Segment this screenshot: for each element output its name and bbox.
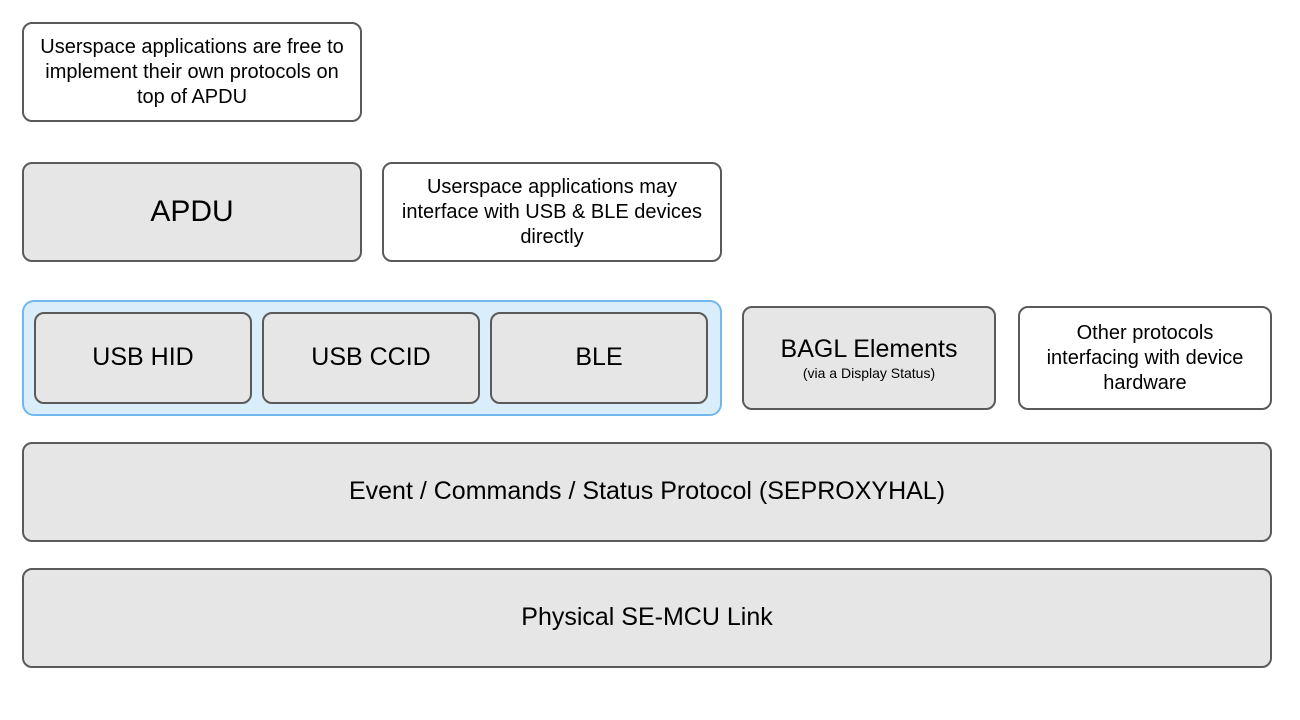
block-bagl-sublabel: (via a Display Status) — [803, 365, 935, 383]
block-apdu: APDU — [22, 162, 362, 262]
block-seproxyhal: Event / Commands / Status Protocol (SEPR… — [22, 442, 1272, 542]
block-physical-link: Physical SE-MCU Link — [22, 568, 1272, 668]
note-usb-ble-userspace: Userspace applications may interface wit… — [382, 162, 722, 262]
note-other-protocols-text: Other protocols interfacing with device … — [1030, 321, 1260, 396]
block-bagl: BAGL Elements (via a Display Status) — [742, 306, 996, 410]
block-usb-hid: USB HID — [34, 312, 252, 404]
block-ble-label: BLE — [575, 342, 622, 373]
note-apdu-userspace-text: Userspace applications are free to imple… — [34, 35, 350, 110]
note-apdu-userspace: Userspace applications are free to imple… — [22, 22, 362, 122]
block-usb-ccid-label: USB CCID — [311, 342, 430, 373]
block-bagl-label: BAGL Elements — [781, 334, 958, 365]
block-seproxyhal-label: Event / Commands / Status Protocol (SEPR… — [349, 476, 945, 507]
block-ble: BLE — [490, 312, 708, 404]
block-usb-ccid: USB CCID — [262, 312, 480, 404]
block-usb-hid-label: USB HID — [92, 342, 193, 373]
diagram-canvas: Userspace applications are free to imple… — [0, 0, 1300, 720]
note-usb-ble-userspace-text: Userspace applications may interface wit… — [394, 175, 710, 250]
block-apdu-label: APDU — [150, 193, 233, 231]
note-other-protocols: Other protocols interfacing with device … — [1018, 306, 1272, 410]
block-physical-link-label: Physical SE-MCU Link — [521, 602, 772, 633]
